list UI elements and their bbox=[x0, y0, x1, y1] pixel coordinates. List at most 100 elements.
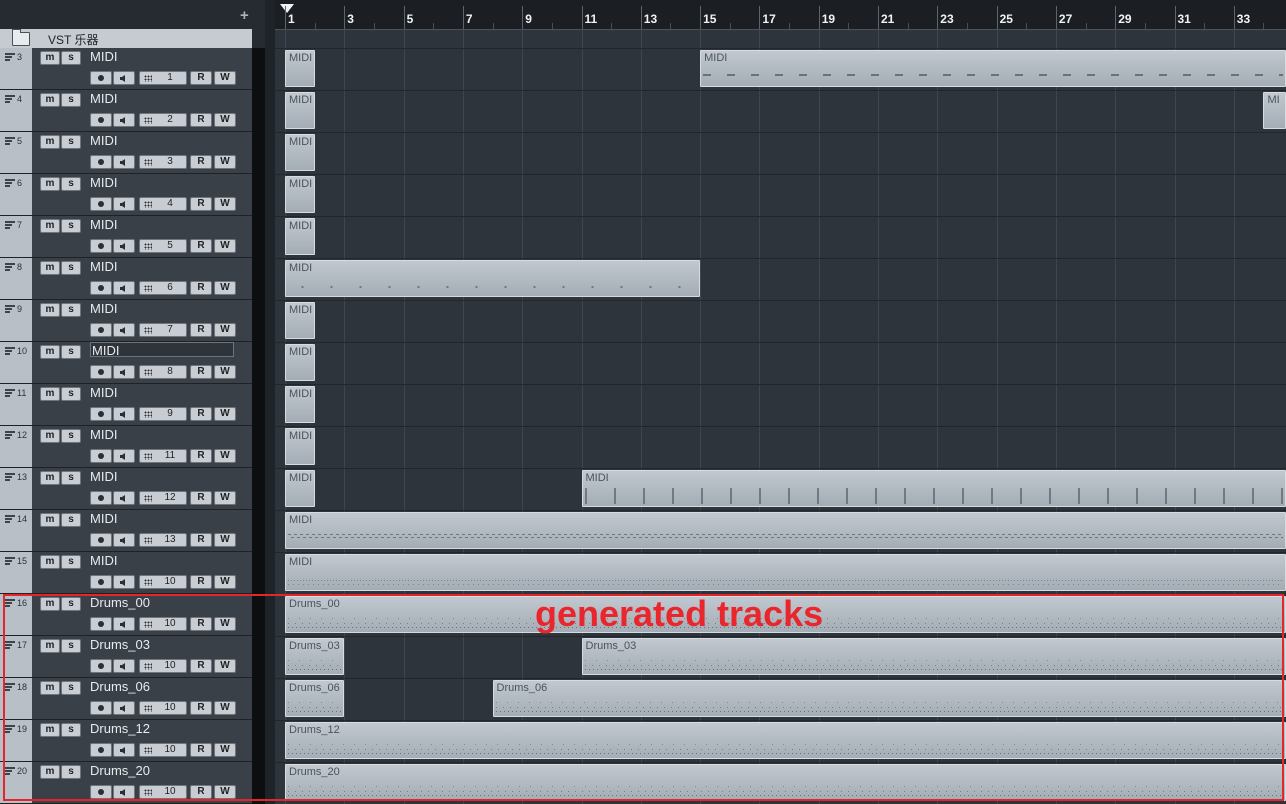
monitor-button[interactable] bbox=[113, 281, 135, 295]
track-number-column[interactable]: 13 bbox=[0, 468, 32, 509]
write-automation-button[interactable]: W bbox=[214, 575, 236, 589]
midi-channel-selector[interactable]: 12 bbox=[139, 491, 187, 505]
read-automation-button[interactable]: R bbox=[190, 575, 212, 589]
midi-part[interactable]: MIDI bbox=[285, 50, 315, 87]
track-number-column[interactable]: 4 bbox=[0, 90, 32, 131]
midi-part[interactable]: MI bbox=[1263, 92, 1286, 129]
midi-channel-selector[interactable]: 2 bbox=[139, 113, 187, 127]
track-number-column[interactable]: 8 bbox=[0, 258, 32, 299]
midi-channel-selector[interactable]: 4 bbox=[139, 197, 187, 211]
record-enable-button[interactable] bbox=[90, 71, 112, 85]
read-automation-button[interactable]: R bbox=[190, 281, 212, 295]
midi-part[interactable]: MIDI bbox=[581, 470, 1286, 507]
solo-button[interactable]: s bbox=[61, 93, 81, 107]
midi-part[interactable]: MIDI bbox=[285, 386, 315, 423]
folder-icon[interactable] bbox=[12, 29, 30, 46]
write-automation-button[interactable]: W bbox=[214, 407, 236, 421]
monitor-button[interactable] bbox=[113, 365, 135, 379]
midi-channel-selector[interactable]: 11 bbox=[139, 449, 187, 463]
track-name[interactable]: MIDI bbox=[90, 469, 117, 484]
track-row[interactable]: 9 m s MIDI 7 R W bbox=[0, 300, 252, 342]
record-enable-button[interactable] bbox=[90, 239, 112, 253]
solo-button[interactable]: s bbox=[61, 261, 81, 275]
midi-channel-selector[interactable]: 8 bbox=[139, 365, 187, 379]
mute-button[interactable]: m bbox=[40, 429, 60, 443]
track-name[interactable]: MIDI bbox=[90, 511, 117, 526]
track-row[interactable]: 10 m s MIDI 8 R W bbox=[0, 342, 252, 384]
record-enable-button[interactable] bbox=[90, 197, 112, 211]
midi-part[interactable]: MIDI bbox=[285, 512, 1286, 549]
track-name[interactable]: MIDI bbox=[90, 301, 117, 316]
midi-part[interactable]: MIDI bbox=[285, 176, 315, 213]
solo-button[interactable]: s bbox=[61, 345, 81, 359]
record-enable-button[interactable] bbox=[90, 281, 112, 295]
track-row[interactable]: 5 m s MIDI 3 R W bbox=[0, 132, 252, 174]
midi-channel-selector[interactable]: 7 bbox=[139, 323, 187, 337]
mute-button[interactable]: m bbox=[40, 303, 60, 317]
midi-part[interactable]: MIDI bbox=[285, 470, 315, 507]
solo-button[interactable]: s bbox=[61, 177, 81, 191]
mute-button[interactable]: m bbox=[40, 219, 60, 233]
midi-part[interactable]: MIDI bbox=[285, 554, 1286, 591]
track-number-column[interactable]: 11 bbox=[0, 384, 32, 425]
folder-track-vst[interactable]: VST 乐器 bbox=[0, 29, 252, 49]
solo-button[interactable]: s bbox=[61, 513, 81, 527]
track-row[interactable]: 8 m s MIDI 6 R W bbox=[0, 258, 252, 300]
mute-button[interactable]: m bbox=[40, 93, 60, 107]
monitor-button[interactable] bbox=[113, 407, 135, 421]
write-automation-button[interactable]: W bbox=[214, 71, 236, 85]
mute-button[interactable]: m bbox=[40, 555, 60, 569]
midi-part[interactable]: MIDI bbox=[285, 218, 315, 255]
monitor-button[interactable] bbox=[113, 323, 135, 337]
midi-channel-selector[interactable]: 10 bbox=[139, 575, 187, 589]
write-automation-button[interactable]: W bbox=[214, 323, 236, 337]
record-enable-button[interactable] bbox=[90, 533, 112, 547]
record-enable-button[interactable] bbox=[90, 575, 112, 589]
track-name[interactable]: MIDI bbox=[90, 427, 117, 442]
monitor-button[interactable] bbox=[113, 239, 135, 253]
read-automation-button[interactable]: R bbox=[190, 113, 212, 127]
read-automation-button[interactable]: R bbox=[190, 407, 212, 421]
read-automation-button[interactable]: R bbox=[190, 323, 212, 337]
read-automation-button[interactable]: R bbox=[190, 533, 212, 547]
record-enable-button[interactable] bbox=[90, 323, 112, 337]
record-enable-button[interactable] bbox=[90, 155, 112, 169]
midi-part[interactable]: MIDI bbox=[700, 50, 1286, 87]
solo-button[interactable]: s bbox=[61, 135, 81, 149]
solo-button[interactable]: s bbox=[61, 555, 81, 569]
midi-channel-selector[interactable]: 1 bbox=[139, 71, 187, 85]
solo-button[interactable]: s bbox=[61, 387, 81, 401]
read-automation-button[interactable]: R bbox=[190, 155, 212, 169]
track-number-column[interactable]: 12 bbox=[0, 426, 32, 467]
track-number-column[interactable]: 5 bbox=[0, 132, 32, 173]
mute-button[interactable]: m bbox=[40, 387, 60, 401]
mute-button[interactable]: m bbox=[40, 135, 60, 149]
track-row[interactable]: 3 m s MIDI 1 R W bbox=[0, 48, 252, 90]
solo-button[interactable]: s bbox=[61, 51, 81, 65]
midi-channel-selector[interactable]: 6 bbox=[139, 281, 187, 295]
midi-channel-selector[interactable]: 13 bbox=[139, 533, 187, 547]
read-automation-button[interactable]: R bbox=[190, 197, 212, 211]
midi-part[interactable]: MIDI bbox=[285, 428, 315, 465]
record-enable-button[interactable] bbox=[90, 491, 112, 505]
midi-part[interactable]: MIDI bbox=[285, 92, 315, 129]
track-name[interactable]: MIDI bbox=[90, 49, 117, 64]
track-name[interactable]: MIDI bbox=[90, 259, 117, 274]
track-row[interactable]: 7 m s MIDI 5 R W bbox=[0, 216, 252, 258]
write-automation-button[interactable]: W bbox=[214, 365, 236, 379]
midi-part[interactable]: MIDI bbox=[285, 134, 315, 171]
solo-button[interactable]: s bbox=[61, 303, 81, 317]
read-automation-button[interactable]: R bbox=[190, 449, 212, 463]
read-automation-button[interactable]: R bbox=[190, 491, 212, 505]
mute-button[interactable]: m bbox=[40, 471, 60, 485]
track-number-column[interactable]: 15 bbox=[0, 552, 32, 593]
mute-button[interactable]: m bbox=[40, 261, 60, 275]
record-enable-button[interactable] bbox=[90, 407, 112, 421]
mute-button[interactable]: m bbox=[40, 513, 60, 527]
monitor-button[interactable] bbox=[113, 491, 135, 505]
track-number-column[interactable]: 3 bbox=[0, 48, 32, 89]
midi-channel-selector[interactable]: 3 bbox=[139, 155, 187, 169]
mute-button[interactable]: m bbox=[40, 345, 60, 359]
bar-ruler[interactable]: 1 3 5 7 9 11 13 15 17 19 21 23 25 27 29 31 33 bbox=[275, 0, 1286, 30]
write-automation-button[interactable]: W bbox=[214, 155, 236, 169]
